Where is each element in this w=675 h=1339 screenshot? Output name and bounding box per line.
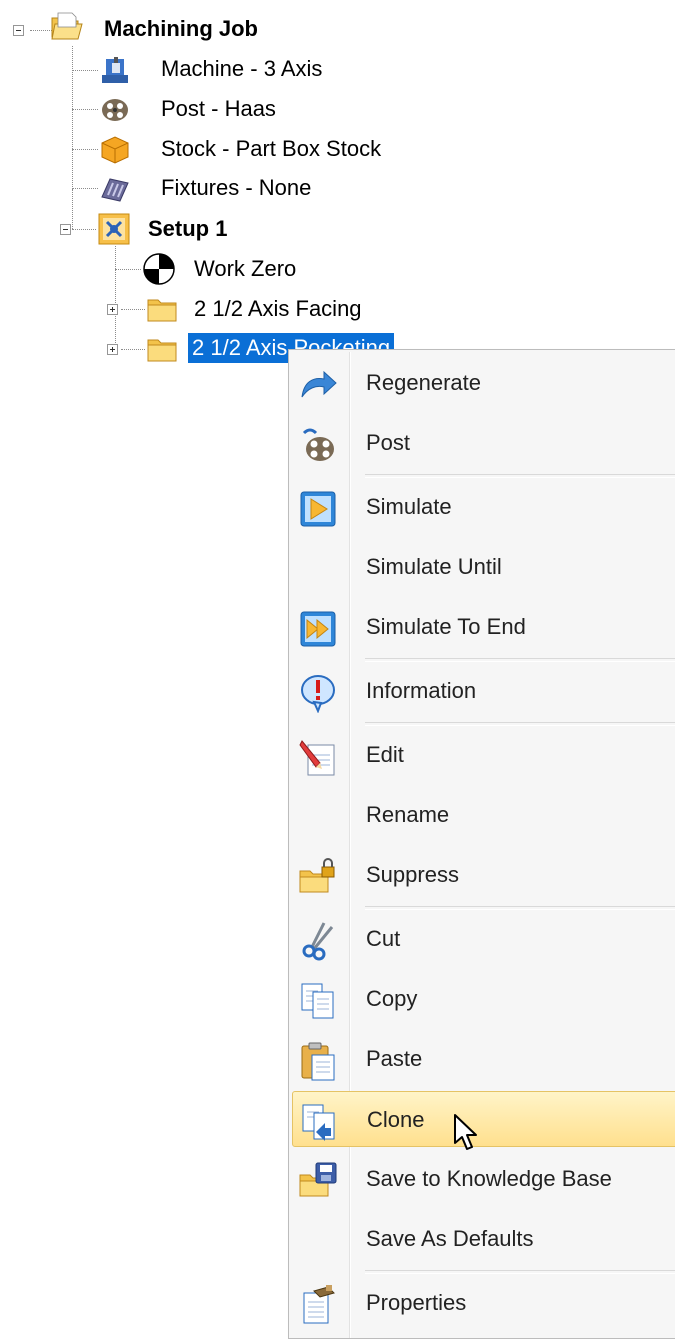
menu-item-label: Cut [366,926,401,951]
tree-node-facing[interactable]: 2 1/2 Axis Facing [190,294,366,324]
menu-item-label: Paste [366,1046,423,1071]
folder-icon [147,299,177,322]
tree-connector [72,188,98,189]
menu-item-copy[interactable]: Copy [292,971,675,1027]
tree-node-fixtures[interactable]: Fixtures - None [157,173,315,203]
tree-connector [72,70,98,71]
tree-connector [72,46,73,189]
menu-item-edit[interactable]: Edit [292,727,675,783]
menu-item-properties[interactable]: Properties [292,1275,675,1331]
setup-icon [98,213,130,245]
stock-box-icon [101,136,129,164]
tree-connector [115,269,141,270]
menu-item-regenerate[interactable]: Regenerate [292,355,675,411]
menu-item-label: Regenerate [366,370,481,395]
edit-pencil-icon [299,740,335,776]
menu-item-label: Copy [366,986,418,1011]
open-folder-job-icon [51,12,83,40]
fixtures-icon [101,178,129,202]
paste-clipboard-icon [301,1042,335,1081]
menu-item-save-to-knowledge-base[interactable]: Save to Knowledge Base [292,1151,675,1207]
folder-icon [147,339,177,362]
regenerate-arrow-icon [301,370,337,398]
cut-scissors-icon [302,922,334,961]
suppress-lock-folder-icon [299,858,335,893]
menu-item-paste[interactable]: Paste [292,1031,675,1087]
simulate-to-end-icon [300,611,336,647]
menu-item-label: Clone [367,1107,425,1132]
tree-node-stock[interactable]: Stock - Part Box Stock [157,134,385,164]
tree-connector [30,30,52,31]
expand-toggle-pocketing[interactable] [107,344,118,355]
tree-node-work-zero[interactable]: Work Zero [190,254,300,284]
menu-item-label: Simulate Until [366,554,502,579]
menu-separator [365,1270,675,1274]
work-zero-icon [143,253,175,285]
tree-connector [121,309,145,310]
machining-tree: Machining Job Machine - 3 Axis Post - Ha… [0,0,675,380]
tree-connector [72,229,96,230]
menu-item-post[interactable]: Post [292,415,675,471]
menu-item-cut[interactable]: Cut [292,911,675,967]
mouse-cursor-icon [454,1114,477,1150]
menu-separator [365,906,675,910]
menu-item-simulate-to-end[interactable]: Simulate To End [292,599,675,655]
tree-connector [72,189,73,229]
save-knowledge-base-icon [299,1162,337,1197]
menu-item-simulate-until[interactable]: Simulate Until [292,539,675,595]
menu-separator [365,474,675,478]
tree-connector [72,149,98,150]
menu-item-simulate[interactable]: Simulate [292,479,675,535]
menu-item-label: Post [366,430,411,455]
simulate-play-icon [300,491,336,527]
tree-node-machining-job[interactable]: Machining Job [100,14,262,44]
menu-item-rename[interactable]: Rename [292,787,675,843]
tree-node-post[interactable]: Post - Haas [157,94,280,124]
copy-icon [301,983,334,1019]
menu-item-label: Save to Knowledge Base [366,1166,612,1191]
menu-item-clone[interactable]: Clone [292,1091,675,1147]
menu-item-suppress[interactable]: Suppress [292,847,675,903]
machine-icon [102,57,128,83]
tree-node-setup[interactable]: Setup 1 [144,214,231,244]
information-icon [301,675,335,713]
post-film-reel-icon [302,428,334,461]
collapse-toggle-machining-job[interactable] [13,25,24,36]
tree-connector [72,109,98,110]
menu-item-label: Suppress [366,862,459,887]
post-film-reel-icon [102,99,128,121]
menu-item-label: Edit [366,742,404,767]
menu-item-label: Save As Defaults [366,1226,534,1251]
menu-item-information[interactable]: Information [292,663,675,719]
expand-toggle-facing[interactable] [107,304,118,315]
menu-item-label: Properties [366,1290,467,1315]
menu-item-label: Simulate To End [366,614,526,639]
menu-item-label: Rename [366,802,450,827]
menu-item-label: Simulate [366,494,452,519]
collapse-toggle-setup[interactable] [60,224,71,235]
menu-separator [365,722,675,726]
tree-connector [115,246,116,349]
menu-item-label: Information [366,678,477,703]
menu-separator [365,658,675,662]
menu-item-save-as-defaults[interactable]: Save As Defaults [292,1211,675,1267]
clone-icon [302,1104,335,1141]
properties-icon [303,1285,335,1324]
tree-connector [121,349,145,350]
context-menu: Regenerate Post Simulate Simulate Until [288,349,675,1339]
tree-node-machine[interactable]: Machine - 3 Axis [157,54,326,84]
